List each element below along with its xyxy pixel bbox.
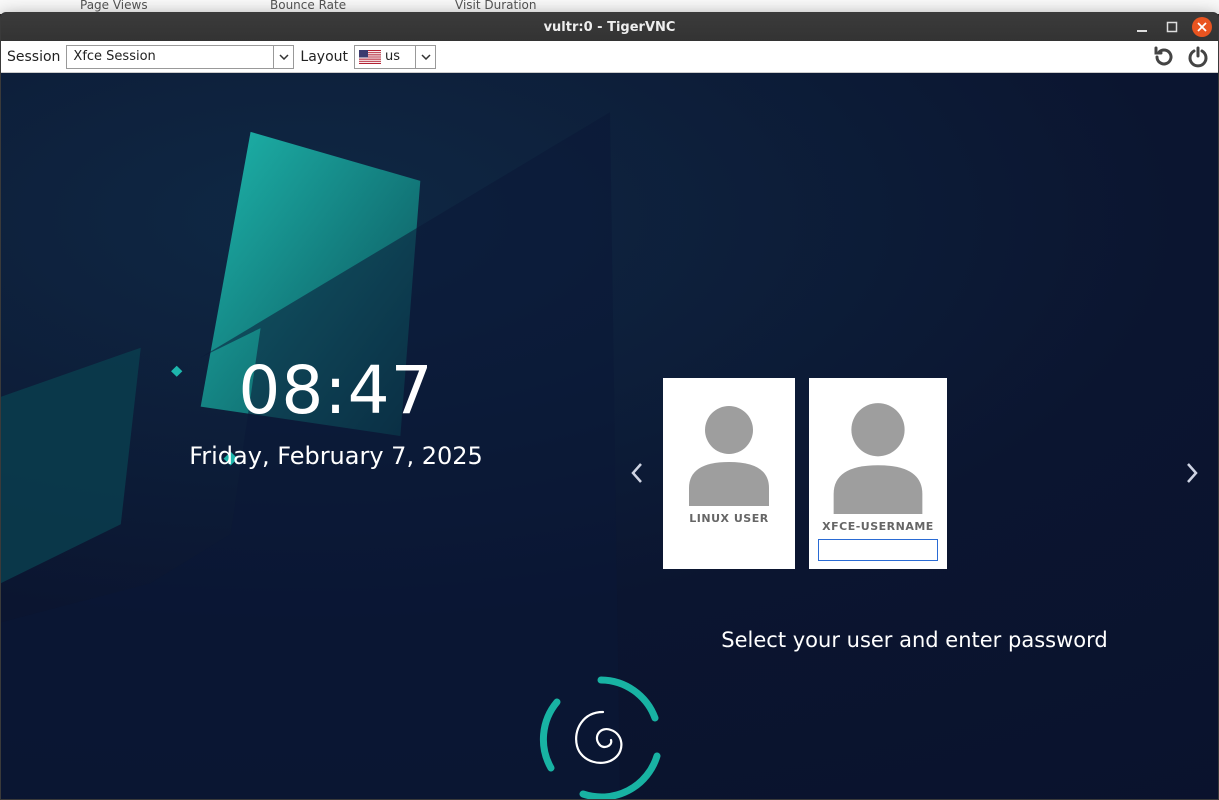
vnc-window: vultr:0 - TigerVNC Session Xfce Session … — [0, 12, 1219, 800]
clock-date: Friday, February 7, 2025 — [171, 442, 501, 470]
restart-button[interactable] — [1150, 43, 1178, 71]
window-title: vultr:0 - TigerVNC — [544, 20, 676, 35]
session-label: Session — [7, 49, 60, 65]
login-hint: Select your user and enter password — [621, 628, 1208, 652]
chevron-left-icon[interactable] — [621, 453, 653, 493]
layout-select[interactable]: us — [354, 45, 436, 69]
us-flag-icon — [359, 50, 381, 64]
window-close-button[interactable] — [1192, 17, 1212, 37]
avatar-icon — [815, 384, 941, 514]
user-chooser: LINUX USER XFCE-USERNAME — [621, 358, 1208, 588]
session-select[interactable]: Xfce Session — [66, 45, 294, 69]
window-maximize-button[interactable] — [1162, 17, 1182, 37]
clock-panel: 08:47 Friday, February 7, 2025 — [171, 358, 501, 470]
debian-spinner — [531, 668, 671, 799]
password-input[interactable] — [818, 539, 938, 561]
avatar-icon — [671, 386, 787, 506]
user-card-name: XFCE-USERNAME — [822, 520, 934, 533]
chevron-down-icon[interactable] — [273, 46, 293, 68]
power-button[interactable] — [1184, 43, 1212, 71]
chevron-right-icon[interactable] — [1176, 453, 1208, 493]
chevron-down-icon[interactable] — [415, 46, 435, 68]
clock-time: 08:47 — [171, 358, 501, 424]
greeter-toolbar: Session Xfce Session Layout us — [1, 41, 1218, 73]
window-titlebar[interactable]: vultr:0 - TigerVNC — [1, 13, 1218, 41]
login-screen: 08:47 Friday, February 7, 2025 LINUX USE… — [1, 73, 1218, 799]
user-card-name: LINUX USER — [689, 512, 768, 525]
user-card[interactable]: LINUX USER — [663, 378, 795, 569]
user-card-selected[interactable]: XFCE-USERNAME — [809, 378, 947, 569]
session-select-value: Xfce Session — [67, 49, 177, 64]
window-minimize-button[interactable] — [1132, 17, 1152, 37]
layout-label: Layout — [300, 49, 348, 65]
